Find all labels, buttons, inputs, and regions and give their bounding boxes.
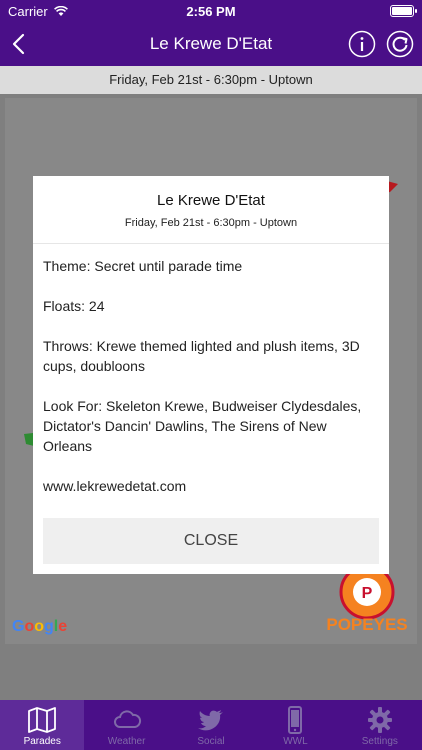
tab-label: Parades (23, 736, 61, 747)
google-letter: e (58, 618, 68, 635)
google-logo: Google (12, 618, 67, 636)
nav-bar: Le Krewe D'Etat (0, 22, 422, 66)
tab-label: Weather (107, 736, 146, 747)
tab-weather[interactable]: Weather (84, 700, 168, 750)
svg-text:P: P (362, 585, 373, 602)
info-icon[interactable] (348, 30, 376, 58)
google-letter: g (44, 618, 54, 635)
floats-text: Floats: 24 (43, 298, 105, 314)
google-letter: G (12, 618, 25, 635)
page-title: Le Krewe D'Etat (149, 34, 273, 53)
dialog-title: Le Krewe D'Etat (157, 192, 265, 209)
parade-info-dialog: Le Krewe D'Etat Friday, Feb 21st - 6:30p… (33, 176, 389, 574)
theme-text: Theme: Secret until parade time (43, 258, 243, 274)
back-chevron-icon[interactable] (6, 30, 34, 58)
popeyes-logo: P POPEYES (326, 564, 408, 634)
map-icon (28, 707, 57, 733)
tab-label: Social (197, 736, 225, 747)
phone-icon (288, 706, 303, 734)
parade-date-subheader: Friday, Feb 21st - 6:30pm - Uptown (0, 66, 422, 94)
tab-label: Settings (361, 736, 398, 747)
popeyes-wordmark: POPEYES (326, 615, 407, 634)
tab-wwl[interactable]: WWL (253, 700, 337, 750)
gear-icon (367, 707, 392, 733)
tab-label: WWL (283, 736, 308, 747)
battery-icon (390, 5, 417, 17)
google-letter: o (34, 618, 45, 635)
dialog-body: Theme: Secret until parade time Floats: … (33, 244, 389, 496)
cloud-icon (113, 710, 141, 728)
tab-social[interactable]: Social (169, 700, 253, 750)
refresh-icon[interactable] (386, 30, 414, 58)
status-time: 2:56 PM (186, 4, 236, 19)
close-button[interactable]: CLOSE (43, 518, 379, 564)
tab-settings[interactable]: Settings (338, 700, 422, 750)
tab-parades[interactable]: Parades (0, 700, 85, 750)
look-for-text: Look For: Skeleton Krewe, Budweiser Clyd… (43, 398, 362, 454)
throws-text: Throws: Krewe themed lighted and plush i… (43, 338, 360, 374)
twitter-icon (198, 710, 224, 731)
status-bar: Carrier 2:56 PM (0, 0, 422, 22)
tab-bar: Parades Weather Social WWL Settings (0, 700, 422, 750)
dialog-subtitle: Friday, Feb 21st - 6:30pm - Uptown (124, 217, 298, 229)
google-letter: o (24, 618, 35, 635)
website-link[interactable]: www.lekrewedetat.com (43, 476, 379, 496)
